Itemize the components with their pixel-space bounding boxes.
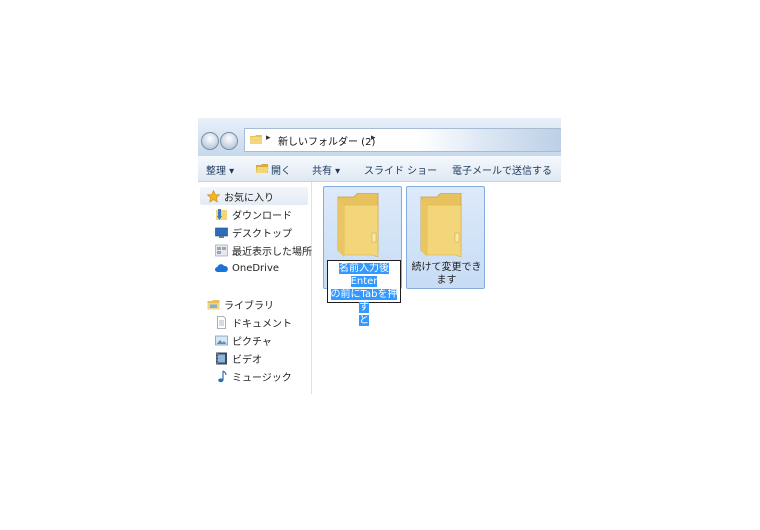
folder-icon (250, 135, 262, 144)
folder-icon (337, 193, 379, 257)
explorer-window: ▸ 新しいフォルダー (2) ▸ 整理 ▾ 開く 共有 ▾ スライド ショー 電… (198, 118, 561, 394)
nav-label: お気に入り (224, 192, 274, 204)
video-icon (216, 352, 227, 364)
navigation-pane: お気に入り ダウンロード デスクトップ 最近表示した場所 OneDrive ライ… (198, 182, 312, 394)
folder-item-selected[interactable]: 続けて変更でき ます (406, 186, 485, 289)
picture-icon (215, 335, 228, 345)
address-path[interactable]: 新しいフォルダー (2) (278, 133, 375, 148)
slideshow-button[interactable]: スライド ショー (364, 162, 437, 177)
nav-desktop[interactable]: デスクトップ (215, 224, 292, 240)
nav-label: OneDrive (232, 262, 280, 274)
share-button[interactable]: 共有 ▾ (312, 162, 340, 177)
rename-textbox[interactable]: 名前入力後Enter の前にTabを押す と (327, 260, 401, 326)
email-button[interactable]: 電子メールで送信する (452, 162, 552, 177)
command-bar: 整理 ▾ 開く 共有 ▾ スライド ショー 電子メールで送信する (198, 156, 561, 182)
nav-downloads[interactable]: ダウンロード (215, 206, 292, 222)
file-list[interactable]: 名前入力後Enter の前にTabを押す と 続けて変更でき ます (312, 182, 561, 394)
nav-label: ピクチャ (232, 336, 272, 348)
back-button[interactable] (201, 132, 219, 150)
music-note-icon (218, 369, 227, 382)
open-button[interactable]: 開く (271, 162, 291, 177)
star-icon (207, 189, 220, 203)
address-bar-area: ▸ 新しいフォルダー (2) ▸ (198, 118, 561, 156)
nav-recent-places[interactable]: 最近表示した場所 (215, 242, 312, 258)
rename-line: と (359, 315, 369, 326)
nav-pictures[interactable]: ピクチャ (215, 332, 272, 348)
cloud-icon (215, 263, 228, 272)
folder-item-renaming[interactable]: 名前入力後Enter の前にTabを押す と (323, 186, 402, 326)
nav-label: ライブラリ (224, 300, 274, 312)
nav-label: ダウンロード (232, 210, 292, 222)
nav-label: ミュージック (232, 372, 292, 384)
nav-label: ドキュメント (232, 318, 292, 330)
nav-documents[interactable]: ドキュメント (215, 314, 292, 330)
nav-libraries[interactable]: ライブラリ (207, 296, 274, 312)
folder-icon (420, 193, 462, 257)
rename-line: の前にTabを押す (330, 289, 398, 313)
nav-favorites[interactable]: お気に入り (207, 188, 274, 204)
recent-places-icon (215, 244, 228, 256)
library-icon (207, 299, 220, 309)
document-icon (217, 315, 226, 329)
folder-open-icon (256, 164, 269, 173)
rename-line: 名前入力後Enter (339, 263, 389, 287)
chevron-right-icon[interactable]: ▸ (371, 133, 376, 143)
chevron-right-icon[interactable]: ▸ (266, 133, 271, 143)
nav-label: 最近表示した場所 (232, 246, 312, 258)
nav-onedrive[interactable]: OneDrive (215, 260, 279, 276)
folder-name-line: ます (436, 275, 457, 286)
nav-videos[interactable]: ビデオ (215, 350, 262, 366)
folder-name-line: 続けて変更でき (411, 262, 482, 273)
desktop-icon (215, 227, 228, 238)
forward-button[interactable] (220, 132, 238, 150)
nav-music[interactable]: ミュージック (215, 368, 292, 384)
folder-name: 続けて変更でき ます (411, 261, 482, 287)
address-field[interactable]: ▸ 新しいフォルダー (2) ▸ (244, 128, 561, 152)
nav-label: デスクトップ (232, 228, 292, 240)
download-folder-icon (216, 208, 227, 220)
nav-label: ビデオ (232, 354, 262, 366)
organize-button[interactable]: 整理 ▾ (206, 162, 234, 177)
